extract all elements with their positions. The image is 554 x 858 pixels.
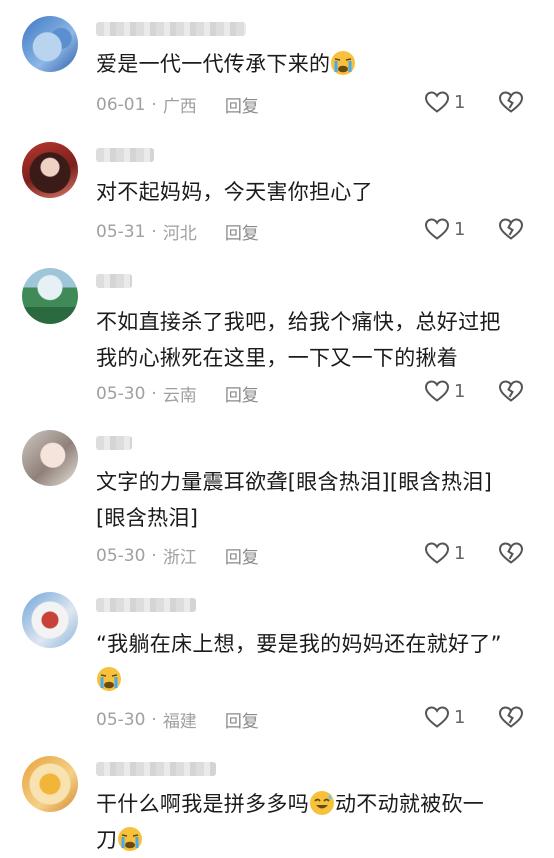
like-button[interactable]: 1	[424, 379, 465, 403]
comment-region: 浙江	[162, 548, 197, 568]
comment-meta: 05-31 · 河北 回复	[96, 219, 259, 245]
like-count: 1	[454, 91, 466, 113]
comment-meta: 05-30 · 浙江 回复	[96, 543, 259, 569]
avatar[interactable]	[22, 268, 78, 324]
sweat-smile-emoji-icon	[309, 790, 335, 816]
heart-icon	[424, 541, 450, 565]
crying-emoji-icon	[330, 50, 356, 76]
comment-text: 文字的力量震耳欲聋[眼含热泪][眼含热泪] [眼含热泪]	[96, 470, 493, 530]
username-blurred[interactable]	[96, 598, 196, 612]
username-blurred[interactable]	[96, 436, 132, 450]
avatar[interactable]	[22, 142, 78, 198]
comment-text: 干什么啊我是拼多多吗 动不动就被砍一 刀	[96, 790, 485, 852]
broken-heart-icon	[498, 217, 524, 241]
like-button[interactable]: 1	[424, 541, 465, 565]
meta-separator: ·	[151, 94, 157, 115]
crying-emoji-icon	[96, 666, 122, 692]
meta-separator: ·	[151, 709, 157, 730]
avatar[interactable]	[22, 16, 78, 72]
broken-heart-icon	[498, 379, 524, 403]
username-blurred[interactable]	[96, 762, 216, 776]
like-button[interactable]: 1	[424, 705, 465, 729]
username-blurred[interactable]	[96, 148, 154, 162]
comment-date: 06-01	[96, 94, 146, 115]
comment-meta: 05-30 · 福建 回复	[96, 707, 259, 733]
comment-text: 爱是一代一代传承下来的	[96, 46, 536, 82]
like-button[interactable]: 1	[424, 90, 465, 114]
like-count: 1	[454, 380, 466, 402]
comment-date: 05-31	[96, 221, 146, 242]
crying-emoji-icon	[117, 826, 143, 852]
comment-date: 05-30	[96, 545, 146, 566]
comment-region: 福建	[162, 712, 197, 732]
comment-text: 对不起妈妈，今天害你担心了	[96, 180, 373, 204]
like-button[interactable]: 1	[424, 217, 465, 241]
heart-icon	[424, 217, 450, 241]
comment-region: 广西	[162, 97, 197, 117]
dislike-button[interactable]	[498, 90, 524, 118]
comment-meta: 06-01 · 广西 回复	[96, 92, 259, 118]
comment-region: 河北	[162, 224, 197, 244]
reply-button[interactable]: 回复	[225, 707, 259, 732]
reply-button[interactable]: 回复	[225, 219, 259, 244]
meta-separator: ·	[151, 221, 157, 242]
heart-icon	[424, 90, 450, 114]
dislike-button[interactable]	[498, 379, 524, 407]
heart-icon	[424, 379, 450, 403]
comment-date: 05-30	[96, 709, 146, 730]
reply-button[interactable]: 回复	[225, 543, 259, 568]
avatar[interactable]	[22, 756, 78, 812]
like-count: 1	[454, 542, 466, 564]
meta-separator: ·	[151, 383, 157, 404]
dislike-button[interactable]	[498, 217, 524, 245]
comment-text: 不如直接杀了我吧，给我个痛快，总好过把 我的心揪死在这里，一下又一下的揪着	[96, 310, 501, 370]
broken-heart-icon	[498, 541, 524, 565]
heart-icon	[424, 705, 450, 729]
avatar[interactable]	[22, 430, 78, 486]
broken-heart-icon	[498, 90, 524, 114]
dislike-button[interactable]	[498, 541, 524, 569]
comment-meta: 05-30 · 云南 回复	[96, 381, 259, 407]
reply-button[interactable]: 回复	[225, 92, 259, 117]
like-count: 1	[454, 706, 466, 728]
comment-text: “我躺在床上想，要是我的妈妈还在就好了”	[96, 626, 536, 698]
comment-date: 05-30	[96, 383, 146, 404]
broken-heart-icon	[498, 705, 524, 729]
reply-button[interactable]: 回复	[225, 381, 259, 406]
meta-separator: ·	[151, 545, 157, 566]
username-blurred[interactable]	[96, 274, 132, 288]
avatar[interactable]	[22, 592, 78, 648]
username-blurred[interactable]	[96, 22, 246, 36]
comment-region: 云南	[162, 386, 197, 406]
dislike-button[interactable]	[498, 705, 524, 733]
like-count: 1	[454, 218, 466, 240]
